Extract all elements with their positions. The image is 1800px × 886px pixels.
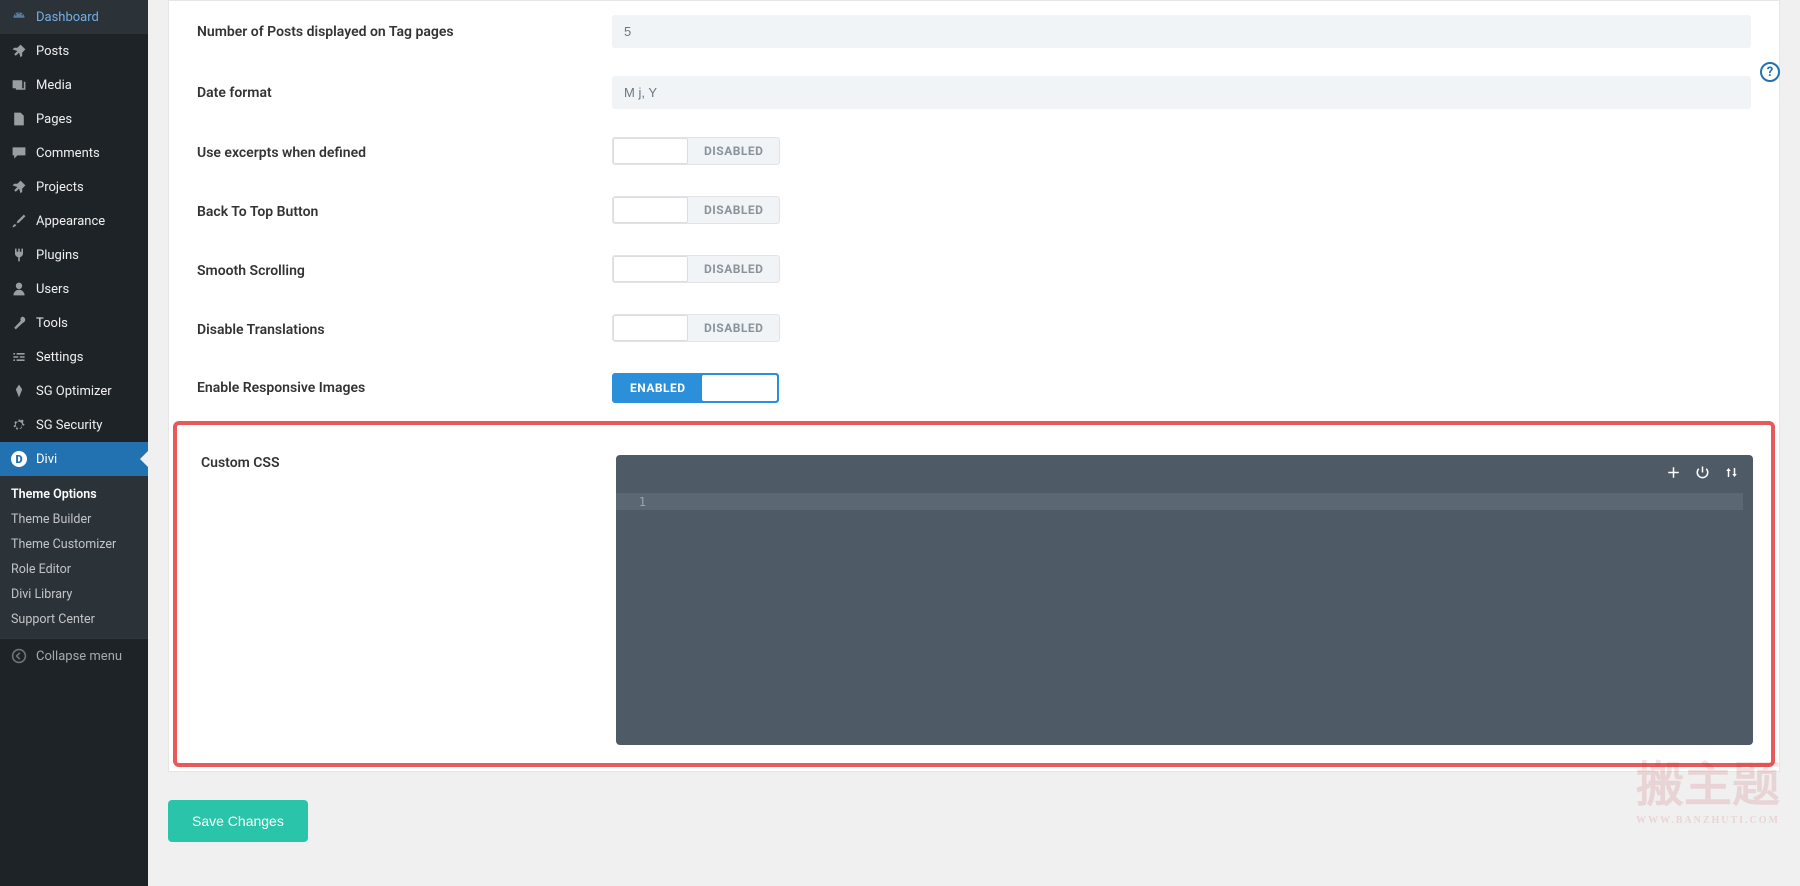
line-number: 1 — [616, 495, 656, 509]
sidebar-label: SG Security — [36, 418, 102, 433]
toggle-knob — [613, 315, 688, 341]
label-back-to-top: Back To Top Button — [197, 204, 612, 220]
save-button[interactable]: Save Changes — [168, 800, 308, 842]
collapse-label: Collapse menu — [36, 649, 122, 664]
sidebar-label: SG Optimizer — [36, 384, 112, 399]
sidebar-label: Users — [36, 282, 69, 297]
sidebar-item-divi[interactable]: D Divi — [0, 442, 148, 476]
sidebar-item-tools[interactable]: Tools — [0, 306, 148, 340]
input-date-format[interactable] — [612, 76, 1751, 109]
sidebar-item-posts[interactable]: Posts — [0, 34, 148, 68]
submenu-theme-options[interactable]: Theme Options — [0, 482, 148, 507]
toggle-knob — [613, 138, 688, 164]
code-line: 1 — [616, 493, 1743, 510]
gear-icon — [10, 416, 28, 434]
submenu-theme-customizer[interactable]: Theme Customizer — [0, 532, 148, 557]
media-icon — [10, 76, 28, 94]
sidebar-item-sg-security[interactable]: SG Security — [0, 408, 148, 442]
label-smooth-scroll: Smooth Scrolling — [197, 263, 612, 279]
power-icon[interactable] — [1695, 465, 1710, 480]
sidebar-label: Appearance — [36, 214, 105, 229]
sidebar-item-sg-optimizer[interactable]: SG Optimizer — [0, 374, 148, 408]
dashboard-icon — [10, 8, 28, 26]
submenu-role-editor[interactable]: Role Editor — [0, 557, 148, 582]
toggle-use-excerpts[interactable]: DISABLED — [612, 137, 780, 165]
sort-icon[interactable] — [1724, 465, 1739, 480]
comments-icon — [10, 144, 28, 162]
toggle-state: DISABLED — [688, 138, 779, 164]
toggle-knob — [702, 375, 777, 401]
sidebar-item-pages[interactable]: Pages — [0, 102, 148, 136]
row-date-format: Date format — [169, 62, 1779, 123]
pages-icon — [10, 110, 28, 128]
divi-submenu: Theme Options Theme Builder Theme Custom… — [0, 476, 148, 638]
plug-icon — [10, 246, 28, 264]
main-content: Number of Posts displayed on Tag pages D… — [148, 0, 1800, 886]
sidebar-item-plugins[interactable]: Plugins — [0, 238, 148, 272]
pin-icon — [10, 42, 28, 60]
row-back-to-top: Back To Top Button DISABLED — [169, 182, 1779, 241]
toggle-smooth-scroll[interactable]: DISABLED — [612, 255, 780, 283]
divi-icon: D — [10, 450, 28, 468]
expand-icon[interactable] — [1666, 465, 1681, 480]
toggle-state: DISABLED — [688, 197, 779, 223]
sidebar-label: Projects — [36, 180, 84, 195]
admin-sidebar: Dashboard Posts Media Pages Comments Pro… — [0, 0, 148, 886]
user-icon — [10, 280, 28, 298]
sidebar-label: Pages — [36, 112, 72, 127]
wrench-icon — [10, 314, 28, 332]
sidebar-item-appearance[interactable]: Appearance — [0, 204, 148, 238]
submenu-support-center[interactable]: Support Center — [0, 607, 148, 632]
sidebar-item-users[interactable]: Users — [0, 272, 148, 306]
row-use-excerpts: Use excerpts when defined DISABLED — [169, 123, 1779, 182]
label-disable-translations: Disable Translations — [197, 322, 612, 338]
toggle-back-to-top[interactable]: DISABLED — [612, 196, 780, 224]
help-icon[interactable]: ? — [1760, 62, 1780, 82]
settings-icon — [10, 348, 28, 366]
options-panel: Number of Posts displayed on Tag pages D… — [168, 0, 1780, 772]
row-smooth-scroll: Smooth Scrolling DISABLED — [169, 241, 1779, 300]
sidebar-item-dashboard[interactable]: Dashboard — [0, 0, 148, 34]
sidebar-label: Tools — [36, 316, 68, 331]
toggle-knob — [613, 197, 688, 223]
sidebar-label: Comments — [36, 146, 100, 161]
brush-icon — [10, 212, 28, 230]
input-num-posts-tag[interactable] — [612, 15, 1751, 48]
sidebar-item-comments[interactable]: Comments — [0, 136, 148, 170]
submenu-theme-builder[interactable]: Theme Builder — [0, 507, 148, 532]
submenu-divi-library[interactable]: Divi Library — [0, 582, 148, 607]
label-custom-css: Custom CSS — [201, 455, 616, 745]
row-responsive-images: Enable Responsive Images ENABLED — [169, 359, 1779, 417]
row-custom-css: Custom CSS 1 — [173, 421, 1775, 767]
toggle-state: ENABLED — [614, 375, 702, 401]
rocket-icon — [10, 382, 28, 400]
label-use-excerpts: Use excerpts when defined — [197, 145, 612, 161]
label-responsive-images: Enable Responsive Images — [197, 380, 612, 396]
collapse-icon — [10, 647, 28, 665]
toggle-responsive-images[interactable]: ENABLED — [612, 373, 779, 403]
toggle-state: DISABLED — [688, 315, 779, 341]
sidebar-label: Plugins — [36, 248, 79, 263]
sidebar-label: Divi — [36, 452, 57, 467]
collapse-menu[interactable]: Collapse menu — [0, 638, 148, 673]
sidebar-item-projects[interactable]: Projects — [0, 170, 148, 204]
sidebar-item-settings[interactable]: Settings — [0, 340, 148, 374]
code-toolbar — [1666, 465, 1739, 480]
row-num-posts-tag: Number of Posts displayed on Tag pages — [169, 1, 1779, 62]
toggle-state: DISABLED — [688, 256, 779, 282]
row-disable-translations: Disable Translations DISABLED — [169, 300, 1779, 359]
sidebar-label: Media — [36, 78, 72, 93]
sidebar-item-media[interactable]: Media — [0, 68, 148, 102]
sidebar-label: Posts — [36, 44, 69, 59]
label-date-format: Date format — [197, 85, 612, 101]
sidebar-label: Settings — [36, 350, 83, 365]
label-num-posts-tag: Number of Posts displayed on Tag pages — [197, 24, 612, 40]
toggle-knob — [613, 256, 688, 282]
sidebar-label: Dashboard — [36, 10, 99, 25]
custom-css-editor[interactable]: 1 — [616, 455, 1753, 745]
pin-icon — [10, 178, 28, 196]
toggle-disable-translations[interactable]: DISABLED — [612, 314, 780, 342]
